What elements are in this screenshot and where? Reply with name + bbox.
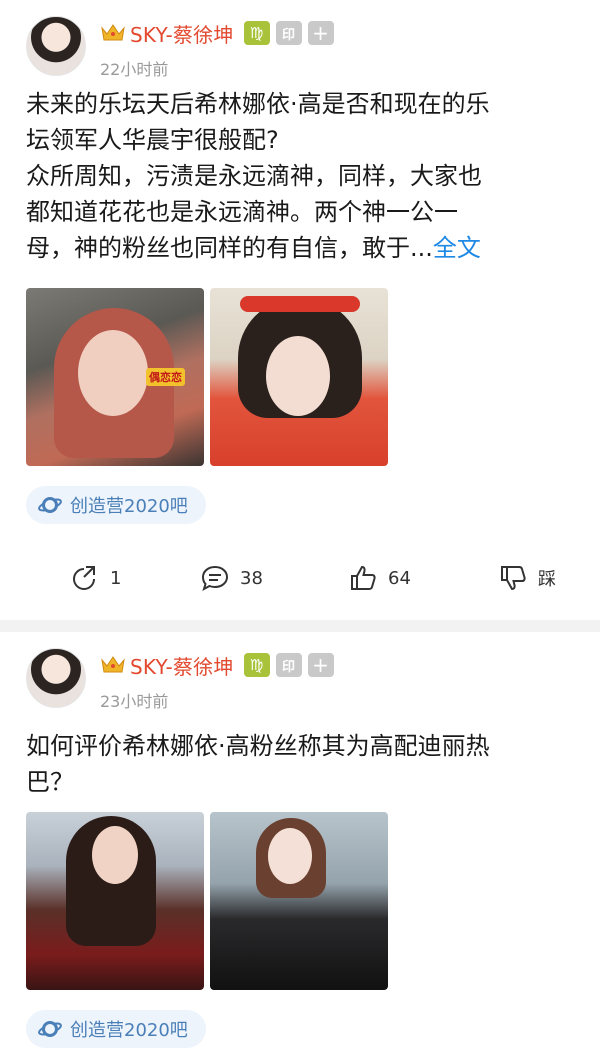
share-button[interactable]: 1 <box>70 556 121 600</box>
seal-badge: 印 <box>275 653 302 677</box>
post-divider <box>0 620 600 632</box>
comment-icon <box>201 565 229 592</box>
action-bar: 1 38 64 踩 <box>0 556 600 600</box>
like-button[interactable]: 64 <box>348 556 411 600</box>
forum-tag[interactable]: 创造营2020吧 <box>26 1010 206 1048</box>
tag-label: 创造营2020吧 <box>70 496 188 517</box>
dislike-label: 踩 <box>538 569 556 590</box>
face-shape <box>268 828 312 884</box>
username[interactable]: SKY-蔡徐坤 <box>130 651 234 680</box>
planet-icon <box>38 1021 62 1037</box>
avatar[interactable] <box>26 648 86 708</box>
planet-icon <box>38 497 62 513</box>
forum-tag[interactable]: 创造营2020吧 <box>26 486 206 524</box>
zodiac-badge: ♍ <box>243 653 270 677</box>
thumbs-up-icon <box>351 565 376 590</box>
user-row: SKY-蔡徐坤 ♍ 印 + <box>100 650 334 680</box>
text-line: 如何评价希林娜依·高粉丝称其为高配迪丽热 <box>26 732 490 760</box>
crown-icon <box>100 654 126 676</box>
post-text[interactable]: 如何评价希林娜依·高粉丝称其为高配迪丽热 巴？ <box>26 728 576 800</box>
face-shape <box>92 826 138 884</box>
comment-count: 38 <box>240 567 263 589</box>
share-icon <box>73 566 95 590</box>
share-count: 1 <box>110 567 122 589</box>
plus-icon[interactable]: + <box>307 653 334 677</box>
post-time: 23小时前 <box>100 692 169 711</box>
thumbs-down-icon <box>501 566 526 591</box>
text-line: 巴？ <box>26 768 74 796</box>
comment-button[interactable]: 38 <box>200 556 263 600</box>
dislike-button[interactable]: 踩 <box>498 556 556 600</box>
post-photo[interactable] <box>210 812 388 990</box>
like-count: 64 <box>388 567 411 589</box>
tag-label: 创造营2020吧 <box>70 1020 188 1041</box>
post-photo[interactable] <box>26 812 204 990</box>
